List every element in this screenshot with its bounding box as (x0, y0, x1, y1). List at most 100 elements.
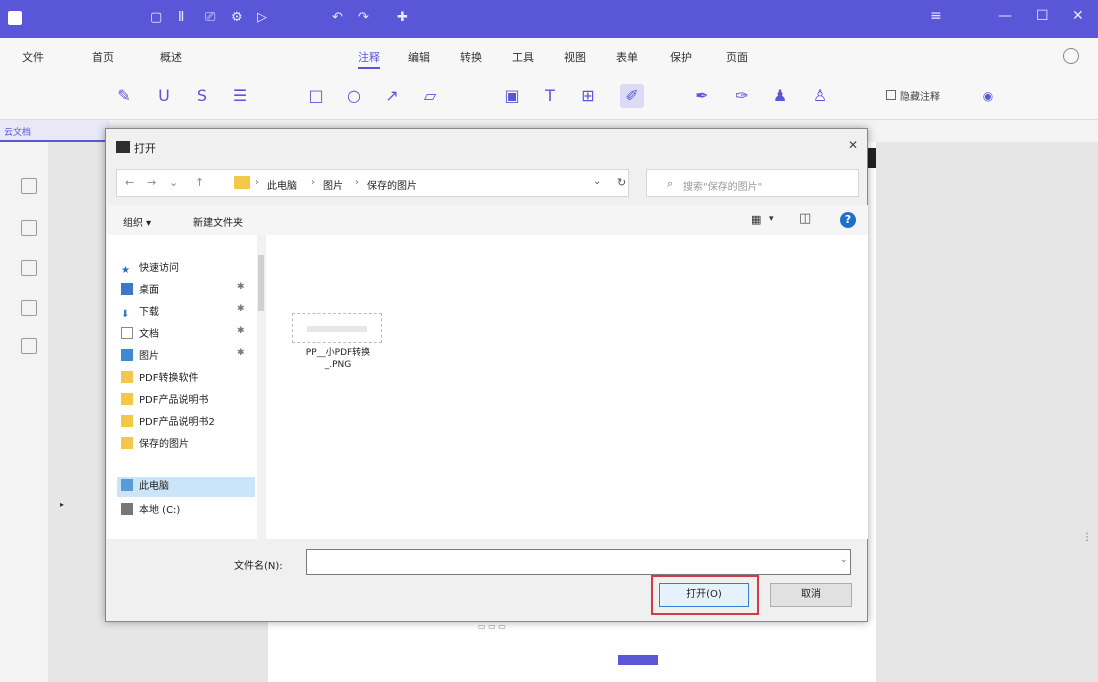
dialog-close-icon[interactable]: ✕ (848, 138, 858, 152)
settings-icon[interactable]: ≡ (930, 8, 942, 24)
breadcrumb-saved-pictures[interactable]: 保存的图片 (367, 177, 417, 192)
text-markup-icon[interactable]: ☰ (228, 84, 252, 108)
nav-item-this-pc[interactable]: 此电脑 (117, 477, 255, 497)
redo-arrow-icon[interactable]: ↷ (358, 10, 369, 25)
new-folder-button[interactable]: 新建文件夹 (193, 214, 243, 229)
print-icon[interactable]: ⚙ (231, 10, 243, 25)
organize-button[interactable]: 组织 ▾ (123, 214, 151, 229)
preview-pane-icon[interactable]: ◫ (799, 211, 811, 226)
user-stamp-icon[interactable]: ♙ (808, 84, 832, 108)
search-input[interactable]: ⌕ 搜索"保存的图片" (646, 169, 859, 197)
open-button[interactable]: 打开(O) (659, 583, 749, 607)
undo-icon[interactable]: Ⅱ (178, 10, 184, 25)
pin-icon[interactable]: ✱ (237, 304, 245, 314)
file-item-label[interactable]: PP__小PDF转换 _.PNG (288, 347, 388, 371)
visibility-icon[interactable]: ◉ (976, 84, 1000, 108)
highlight-icon[interactable]: ✎ (112, 84, 136, 108)
nav-item-local-drive[interactable]: 本地 (C:) (121, 501, 259, 521)
back-arrow-icon[interactable]: ← (125, 176, 134, 189)
nav-item-documents[interactable]: 文档 ✱ (121, 325, 259, 345)
nav-item-downloads[interactable]: ⬇ 下载 ✱ (121, 303, 259, 323)
user-avatar-icon[interactable] (1063, 48, 1079, 64)
nav-item-folder[interactable]: PDF转换软件 (121, 369, 259, 389)
menu-edit[interactable]: 编辑 (408, 49, 430, 65)
menu-pages[interactable]: 页面 (726, 49, 748, 65)
text-icon[interactable]: T (538, 84, 562, 108)
filename-dropdown-icon[interactable]: ⌄ (840, 555, 848, 565)
close-icon[interactable]: ✕ (1072, 8, 1084, 24)
history-chevron-icon[interactable]: ⌄ (169, 176, 178, 189)
navigation-pane: ★ 快速访问 桌面 ✱ ⬇ 下载 ✱ 文档 ✱ 图片 ✱ PDF转换软件 PDF产品说明书 … (107, 235, 265, 539)
nav-item-label: 快速访问 (139, 263, 179, 274)
menu-tools[interactable]: 工具 (512, 49, 534, 65)
refresh-icon[interactable]: ↻ (617, 176, 626, 189)
star-icon: ★ (121, 265, 130, 276)
filename-input[interactable] (306, 549, 851, 575)
nav-scrollbar[interactable] (257, 235, 265, 539)
bookmark-icon[interactable] (21, 220, 37, 236)
arrow-icon[interactable]: ↗ (380, 84, 404, 108)
nav-item-folder[interactable]: PDF产品说明书2 (121, 413, 259, 433)
collapse-panel-icon[interactable]: ▸ (60, 500, 64, 509)
document-tab[interactable]: 云文档 (0, 120, 110, 142)
folder-icon (121, 415, 133, 427)
nav-item-desktop[interactable]: 桌面 ✱ (121, 281, 259, 301)
menu-convert[interactable]: 转换 (460, 49, 482, 65)
comments-icon[interactable] (21, 260, 37, 276)
search-panel-icon[interactable] (21, 338, 37, 354)
up-arrow-icon[interactable]: ↑ (195, 176, 204, 189)
minimize-icon[interactable]: — (998, 8, 1012, 24)
forward-arrow-icon[interactable]: → (147, 176, 156, 189)
folder-icon (121, 393, 133, 405)
shape-icon[interactable]: ▱ (418, 84, 442, 108)
cancel-button[interactable]: 取消 (770, 583, 852, 607)
menu-file[interactable]: 文件 (22, 49, 44, 65)
redo-icon[interactable]: ⎚ (205, 10, 215, 25)
scrollbar-thumb[interactable] (258, 255, 264, 311)
nav-item-label: PDF产品说明书2 (139, 417, 215, 428)
attachment-icon[interactable] (21, 300, 37, 316)
pin-icon[interactable]: ✱ (237, 326, 245, 336)
menu-view[interactable]: 视图 (564, 49, 586, 65)
expand-icon[interactable]: ✚ (397, 10, 408, 25)
breadcrumb-this-pc[interactable]: 此电脑 (267, 177, 297, 192)
signature-icon[interactable]: ♟ (768, 84, 792, 108)
pencil-icon[interactable]: ✐ (620, 84, 644, 108)
share-icon[interactable]: ▷ (257, 10, 267, 25)
menu-forms[interactable]: 表单 (616, 49, 638, 65)
textbox-icon[interactable]: ⊞ (576, 84, 600, 108)
view-options-icon[interactable]: ▦ (751, 213, 761, 226)
stamp-icon[interactable]: ▣ (500, 84, 524, 108)
address-dropdown-icon[interactable]: ⌄ (593, 176, 601, 187)
thumbnails-icon[interactable] (21, 178, 37, 194)
pin-icon[interactable]: ✱ (237, 348, 245, 358)
breadcrumb-separator: › (311, 177, 315, 188)
rectangle-icon[interactable]: □ (304, 84, 328, 108)
undo-arrow-icon[interactable]: ↶ (332, 10, 343, 25)
menu-protect[interactable]: 保护 (670, 49, 692, 65)
save-icon[interactable]: ▢ (150, 10, 162, 25)
command-bar: 组织 ▾ 新建文件夹 ▦ ▾ ◫ ? (107, 205, 868, 235)
help-icon[interactable]: ? (840, 212, 856, 228)
file-thumbnail[interactable] (292, 313, 382, 343)
menu-overview[interactable]: 概述 (160, 49, 182, 65)
nav-item-quick-access[interactable]: ★ 快速访问 (121, 259, 259, 279)
view-dropdown-icon[interactable]: ▾ (769, 214, 774, 224)
circle-icon[interactable]: ○ (342, 84, 366, 108)
nav-item-folder[interactable]: 保存的图片 (121, 435, 259, 455)
eraser-icon[interactable]: ✑ (730, 84, 754, 108)
expand-panel-icon[interactable]: ⋮ (1082, 532, 1092, 543)
underline-icon[interactable]: U (152, 84, 176, 108)
hide-annotations-checkbox[interactable] (886, 90, 896, 100)
breadcrumb-separator: › (355, 177, 359, 188)
menu-home[interactable]: 首页 (92, 49, 114, 65)
address-bar[interactable]: ← → ⌄ ↑ › 此电脑 › 图片 › 保存的图片 ⌄ ↻ (116, 169, 629, 197)
strikethrough-icon[interactable]: S (190, 84, 214, 108)
breadcrumb-pictures[interactable]: 图片 (323, 177, 343, 192)
menu-annotate[interactable]: 注释 (358, 49, 380, 69)
pin-icon[interactable]: ✱ (237, 282, 245, 292)
nav-item-pictures[interactable]: 图片 ✱ (121, 347, 259, 367)
brush-icon[interactable]: ✒ (690, 84, 714, 108)
nav-item-folder[interactable]: PDF产品说明书 (121, 391, 259, 411)
maximize-icon[interactable]: ☐ (1036, 8, 1049, 24)
